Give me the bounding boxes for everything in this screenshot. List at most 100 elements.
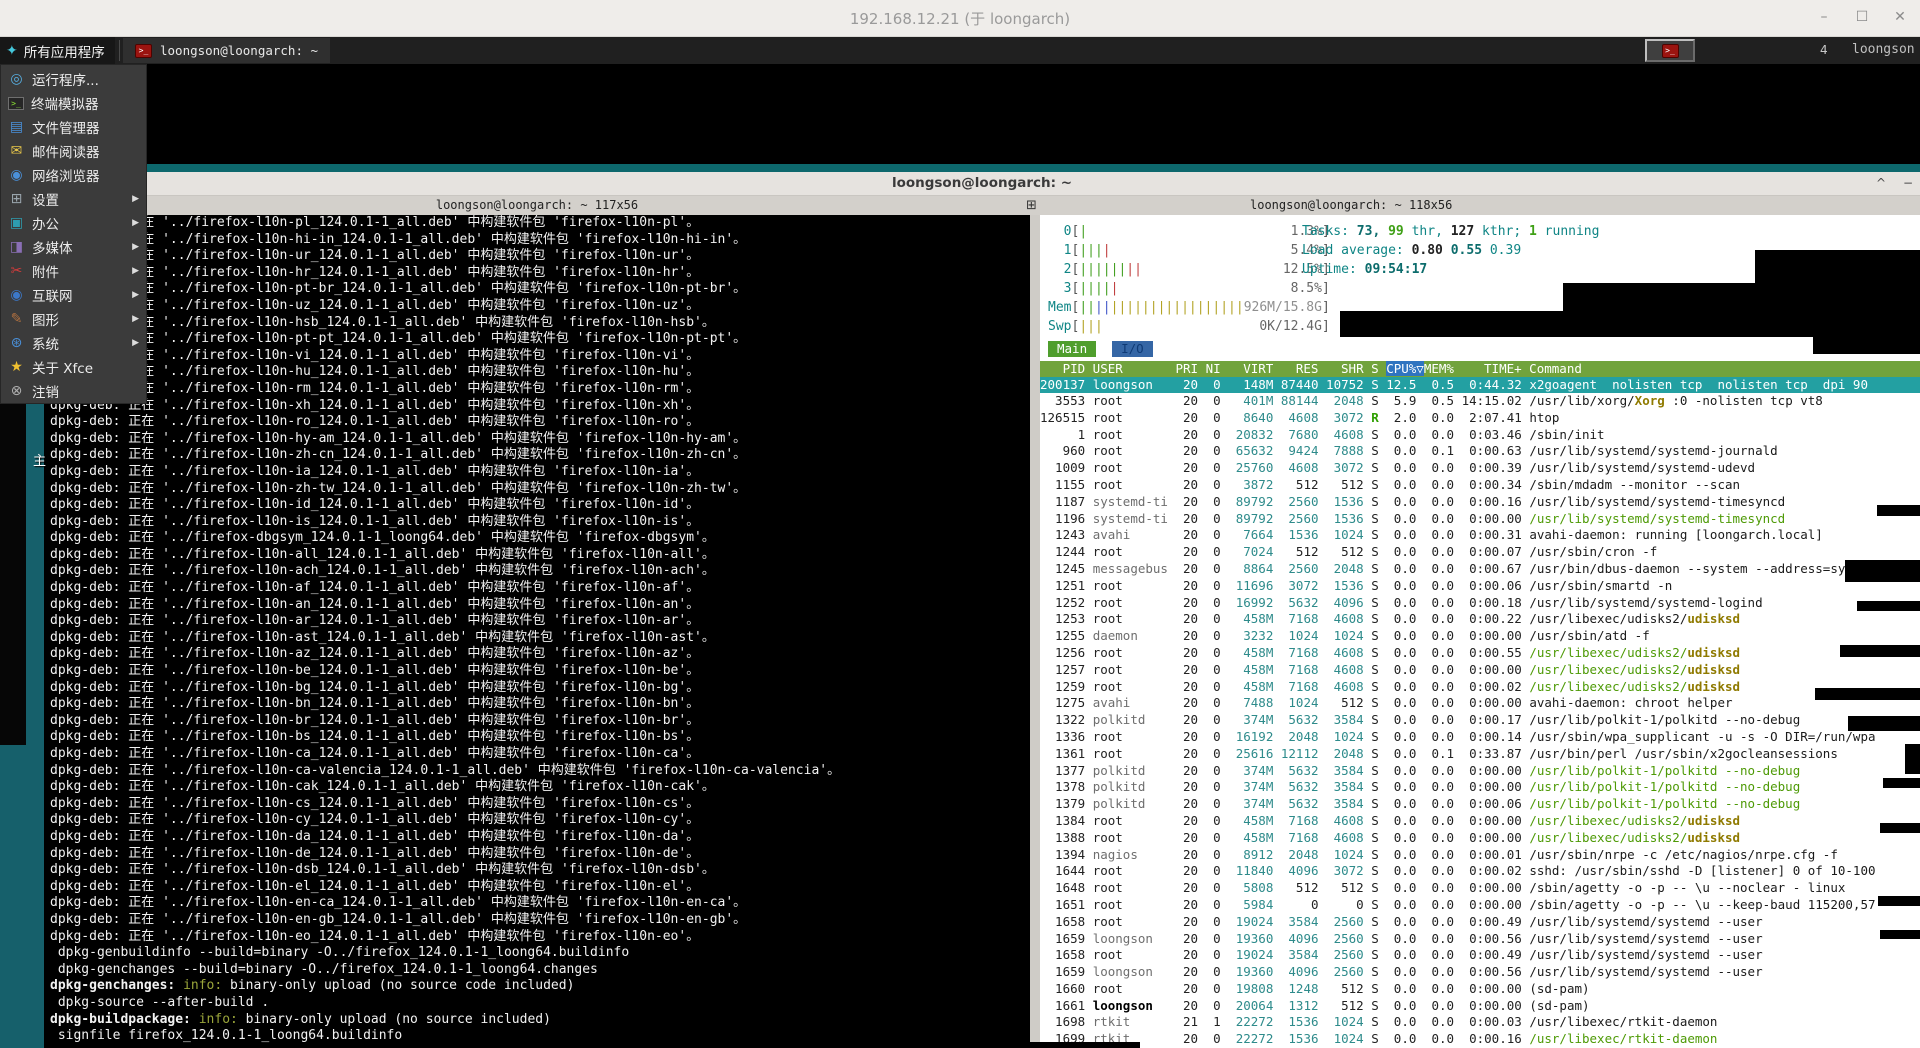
menu-item-graphics[interactable]: ✎图形▶ xyxy=(1,307,146,331)
left-terminal-pane[interactable]: dpkg-deb: 正在 '../firefox-l10n-pl_124.0.1… xyxy=(44,215,1030,1048)
maximize-icon[interactable]: ☐ xyxy=(1852,9,1872,25)
process-row[interactable]: 1244 root 20 0 7024 512 512 S 0.0 0.0 0:… xyxy=(1040,544,1920,561)
process-row[interactable]: 1651 root 20 0 5984 0 0 S 0.0 0.0 0:00.0… xyxy=(1040,897,1920,914)
applications-menu-button[interactable]: ✦ 所有应用程序 xyxy=(0,37,115,64)
process-row[interactable]: 1155 root 20 0 3872 512 512 S 0.0 0.0 0:… xyxy=(1040,477,1920,494)
process-row[interactable]: 1275 avahi 20 0 7488 1024 512 S 0.0 0.0 … xyxy=(1040,695,1920,712)
process-row[interactable]: 1251 root 20 0 11696 3072 1536 S 0.0 0.0… xyxy=(1040,578,1920,595)
process-row[interactable]: 1 root 20 0 20832 7680 4608 S 0.0 0.0 0:… xyxy=(1040,427,1920,444)
process-row[interactable]: 1378 polkitd 20 0 374M 5632 3584 S 0.0 0… xyxy=(1040,779,1920,796)
process-row[interactable]: 1255 daemon 20 0 3232 1024 1024 S 0.0 0.… xyxy=(1040,628,1920,645)
process-row[interactable]: 1187 systemd-ti 20 0 89792 2560 1536 S 0… xyxy=(1040,494,1920,511)
process-row[interactable]: 1243 avahi 20 0 7664 1536 1024 S 0.0 0.0… xyxy=(1040,527,1920,544)
process-row[interactable]: 1009 root 20 0 25760 4608 3072 S 0.0 0.0… xyxy=(1040,460,1920,477)
process-row[interactable]: 1388 root 20 0 458M 7168 4608 S 0.0 0.0 … xyxy=(1040,830,1920,847)
process-row[interactable]: 1253 root 20 0 458M 7168 4608 S 0.0 0.0 … xyxy=(1040,611,1920,628)
pane-titlebar: loongson@loongarch: ~ 117x56 ⊞ loongson@… xyxy=(44,196,1920,215)
process-row[interactable]: 1699 rtkit 20 0 22272 1536 1024 S 0.0 0.… xyxy=(1040,1031,1920,1048)
terminal-output-line: dpkg-genchanges --build=binary -O../fire… xyxy=(44,962,1030,979)
menu-item-about-xfce[interactable]: ★关于 Xfce xyxy=(1,355,146,379)
htop-tab-io[interactable]: I/O xyxy=(1112,341,1153,357)
htop-selected-row[interactable]: 200137 loongson 20 0 148M 87440 10752 S … xyxy=(1040,377,1920,393)
process-row[interactable]: 1384 root 20 0 458M 7168 4608 S 0.0 0.0 … xyxy=(1040,813,1920,830)
submenu-arrow-icon: ▶ xyxy=(132,218,139,228)
desktop-root: { "remote_title_bar": { "title": "192.16… xyxy=(0,0,1920,1048)
process-row[interactable]: 1644 root 20 0 11840 4096 3072 S 0.0 0.0… xyxy=(1040,863,1920,880)
menu-item-accessories[interactable]: ✂附件▶ xyxy=(1,259,146,283)
menu-item-system[interactable]: ⊛系统▶ xyxy=(1,331,146,355)
menu-item-logout[interactable]: ⊗注销 xyxy=(1,379,146,403)
process-row[interactable]: 126515 root 20 0 8640 4608 3072 R 2.0 0.… xyxy=(1040,410,1920,427)
home-folder-icon-label[interactable]: 主 xyxy=(33,450,46,469)
menu-item-run-program[interactable]: ◎运行程序... xyxy=(1,67,146,91)
terminal-output-line: dpkg-deb: 正在 '../firefox-l10n-all_124.0.… xyxy=(44,547,1030,564)
minimize-icon[interactable]: – xyxy=(1814,9,1834,25)
terminal-output-line: dpkg-deb: 正在 '../firefox-l10n-ia_124.0.1… xyxy=(44,464,1030,481)
process-row[interactable]: 1252 root 20 0 16992 5632 4096 S 0.0 0.0… xyxy=(1040,595,1920,612)
applications-menu-label: 所有应用程序 xyxy=(24,41,105,61)
menu-item-label: 附件 xyxy=(32,261,59,281)
process-row[interactable]: 1659 loongson 20 0 19360 4096 2560 S 0.0… xyxy=(1040,931,1920,948)
workspace-badge[interactable]: 4 xyxy=(1820,43,1828,57)
menu-item-label: 关于 Xfce xyxy=(32,357,93,377)
menu-item-internet[interactable]: ◉互联网▶ xyxy=(1,283,146,307)
terminal-output-line: dpkg-deb: 正在 '../firefox-l10n-af_124.0.1… xyxy=(44,580,1030,597)
process-row[interactable]: 1259 root 20 0 458M 7168 4608 S 0.0 0.0 … xyxy=(1040,679,1920,696)
redaction-box xyxy=(1878,896,1920,906)
process-row[interactable]: 1256 root 20 0 458M 7168 4608 S 0.0 0.0 … xyxy=(1040,645,1920,662)
shade-icon[interactable]: ^ xyxy=(1873,176,1889,190)
terminal-output-line: dpkg-deb: 正在 '../firefox-l10n-ca_124.0.1… xyxy=(44,746,1030,763)
menu-item-mail-reader[interactable]: ✉邮件阅读器 xyxy=(1,139,146,163)
htop-terminal-pane[interactable]: 0[| 1.3%] 1[|||| 5.4%] 2[|||||||| 12.5%]… xyxy=(1040,215,1920,1048)
grid-layout-icon[interactable]: ⊞ xyxy=(1026,196,1037,215)
menu-item-multimedia[interactable]: ◨多媒体▶ xyxy=(1,235,146,259)
submenu-arrow-icon: ▶ xyxy=(132,314,139,324)
minimize-icon[interactable]: − xyxy=(1900,176,1916,190)
sort-column-cpu[interactable]: CPU%▽ xyxy=(1386,361,1424,376)
taskbar-item-terminal[interactable]: >_ loongson@loongarch: ~ xyxy=(123,38,330,63)
process-row[interactable]: 1245 messagebus 20 0 8864 2560 2048 S 0.… xyxy=(1040,561,1920,578)
process-row[interactable]: 1658 root 20 0 19024 3584 2560 S 0.0 0.0… xyxy=(1040,947,1920,964)
process-row[interactable]: 960 root 20 0 65632 9424 7888 S 0.0 0.1 … xyxy=(1040,443,1920,460)
systray-terminal-button[interactable]: >_ xyxy=(1645,39,1695,62)
htop-header-row[interactable]: PID USER PRI NI VIRT RES SHR S CPU%▽MEM%… xyxy=(1040,361,1920,377)
terminal-output-line: dpkg-deb: 正在 '../firefox-l10n-en-ca_124.… xyxy=(44,895,1030,912)
menu-item-settings[interactable]: ⊞设置▶ xyxy=(1,187,146,211)
process-row[interactable]: 3553 root 20 0 401M 88144 2048 S 5.9 0.5… xyxy=(1040,393,1920,410)
menu-item-web-browser[interactable]: ◉网络浏览器 xyxy=(1,163,146,187)
menu-item-file-manager[interactable]: ▤文件管理器 xyxy=(1,115,146,139)
terminal-output-line: dpkg-deb: 正在 '../firefox-l10n-ach_124.0.… xyxy=(44,563,1030,580)
process-row[interactable]: 1394 nagios 20 0 8912 2048 1024 S 0.0 0.… xyxy=(1040,847,1920,864)
htop-tab-main[interactable]: Main xyxy=(1048,341,1096,357)
process-row[interactable]: 1377 polkitd 20 0 374M 5632 3584 S 0.0 0… xyxy=(1040,763,1920,780)
htop-meter: Mem[|||||||||||||||||||||926M/15.8G] xyxy=(1048,298,1330,317)
pane-divider[interactable] xyxy=(1030,215,1040,1048)
process-row[interactable]: 1648 root 20 0 5808 512 512 S 0.0 0.0 0:… xyxy=(1040,880,1920,897)
process-row[interactable]: 1336 root 20 0 16192 2048 1024 S 0.0 0.0… xyxy=(1040,729,1920,746)
redaction-box xyxy=(1815,688,1920,700)
terminal-output-line: dpkg-deb: 正在 '../firefox-l10n-de_124.0.1… xyxy=(44,846,1030,863)
terminal-output-line: dpkg-deb: 正在 '../firefox-l10n-eo_124.0.1… xyxy=(44,929,1030,946)
terminal-output-line: dpkg-deb: 正在 '../firefox-l10n-hr_124.0.1… xyxy=(44,265,1030,282)
menu-item-terminal-emulator[interactable]: >_终端模拟器 xyxy=(1,91,146,115)
process-row[interactable]: 1661 loongson 20 0 20064 1312 512 S 0.0 … xyxy=(1040,998,1920,1015)
close-icon[interactable]: ✕ xyxy=(1890,9,1910,25)
menu-item-office[interactable]: ▣办公▶ xyxy=(1,211,146,235)
envelope-icon: ✉ xyxy=(8,143,25,159)
redaction-box xyxy=(1848,716,1920,731)
process-row[interactable]: 1658 root 20 0 19024 3584 2560 S 0.0 0.0… xyxy=(1040,914,1920,931)
submenu-arrow-icon: ▶ xyxy=(132,242,139,252)
redaction-box xyxy=(1905,744,1920,774)
desktop-dark-region xyxy=(0,404,26,745)
process-row[interactable]: 1379 polkitd 20 0 374M 5632 3584 S 0.0 0… xyxy=(1040,796,1920,813)
magnifier-icon: ◎ xyxy=(8,71,25,87)
terminal-output-line: dpkg-deb: 正在 '../firefox-l10n-ast_124.0.… xyxy=(44,630,1030,647)
process-row[interactable]: 1322 polkitd 20 0 374M 5632 3584 S 0.0 0… xyxy=(1040,712,1920,729)
process-row[interactable]: 1660 root 20 0 19808 1248 512 S 0.0 0.0 … xyxy=(1040,981,1920,998)
process-row[interactable]: 1257 root 20 0 458M 7168 4608 S 0.0 0.0 … xyxy=(1040,662,1920,679)
process-row[interactable]: 1361 root 20 0 25616 12112 2048 S 0.0 0.… xyxy=(1040,746,1920,763)
terminal-window-titlebar[interactable]: loongson@loongarch: ~ xyxy=(44,172,1920,196)
process-row[interactable]: 1698 rtkit 21 1 22272 1536 1024 S 0.0 0.… xyxy=(1040,1014,1920,1031)
process-row[interactable]: 1196 systemd-ti 20 0 89792 2560 1536 S 0… xyxy=(1040,511,1920,528)
process-row[interactable]: 1659 loongson 20 0 19360 4096 2560 S 0.0… xyxy=(1040,964,1920,981)
